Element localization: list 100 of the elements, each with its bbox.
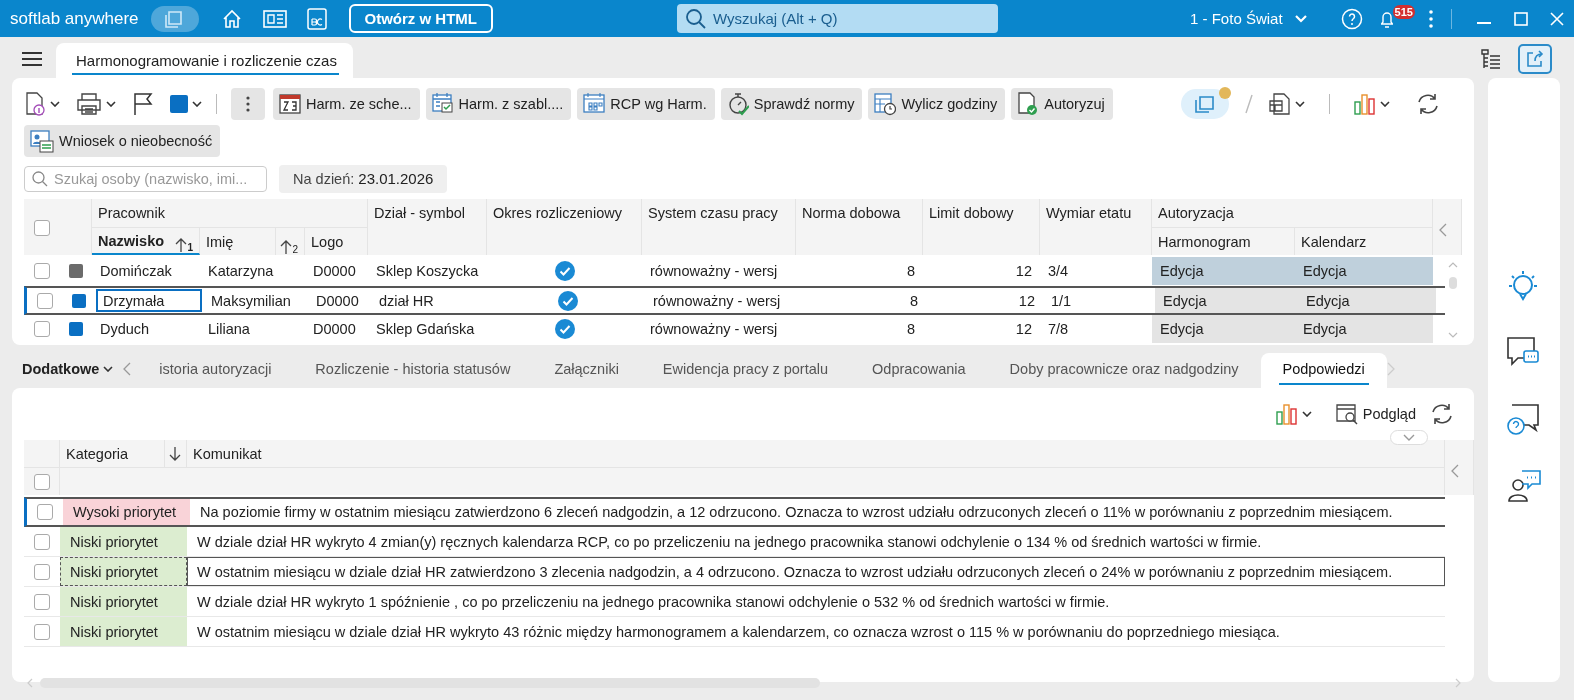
chat-icon[interactable] [1506,335,1542,369]
more-icon[interactable] [1428,9,1433,28]
layers-toggle[interactable] [150,5,199,32]
layers-toggle[interactable] [1181,89,1229,119]
column-header[interactable]: Harmonogram [1152,227,1295,255]
search-field[interactable]: Wyszukaj (Alt + Q) [677,4,999,33]
flag-icon[interactable] [132,92,154,116]
column-header[interactable]: System czasu pracy [642,199,796,255]
people-chat-icon[interactable] [1506,469,1542,503]
help-icon[interactable] [1340,7,1363,30]
search-icon [685,8,708,30]
preview-button[interactable]: Podgląd [1335,403,1416,425]
toolbar-button[interactable]: Harm. ze sche... [273,88,420,120]
table-row[interactable]: Drzymała Maksymilian D0000 dział HR równoważny - wersj 8 12 1/1 Edycja Edycja [24,286,1445,315]
chevron-down-icon [1294,14,1307,23]
refresh-icon[interactable] [1430,402,1454,426]
table-row[interactable]: Domińczak Katarzyna D0000 Sklep Koszycka równoważny - wersj 8 12 3/4 Edycja Edycja [24,257,1445,286]
app-brand: softlab anywhere [10,8,139,29]
close-icon[interactable] [1549,11,1564,26]
priority-tag: Wysoki priorytet [63,499,190,525]
list-view-icon[interactable] [1480,48,1502,70]
table-row[interactable]: Niski priorytet W dziale dział HR wykryto 4 zmian(y) ręcznych kalendarza RCP, co po przeliczeniu na jednego pracownika stanowi odchylenie o 134 % od średnich wartości w firmie. [24,527,1445,557]
document-info-button[interactable] [24,92,60,116]
person-search-field[interactable]: Szukaj osoby (nazwisko, imi... [24,166,267,192]
column-header[interactable]: Pracownik [92,199,368,227]
detail-tab[interactable]: Odpracowania [850,353,988,388]
chevron-left-icon[interactable] [1451,463,1459,478]
column-header[interactable]: Norma dobowa [796,199,923,255]
checkbox[interactable] [37,292,53,309]
checkbox[interactable] [34,563,50,580]
table-row[interactable]: Dyduch Liliana D0000 Sklep Gdańska równoważny - wersj 8 12 7/8 Edycja Edycja [24,315,1445,344]
document-info-icon [24,92,46,116]
table-cell-text: równoważny - wersj [652,291,782,311]
chart-button[interactable] [1354,93,1390,115]
bar-chart-icon [1354,93,1376,115]
caret-icon [103,366,114,372]
additional-menu[interactable]: Dodatkowe [22,361,114,388]
chevron-left-icon[interactable] [123,362,132,376]
detail-tab[interactable]: Załączniki [532,353,641,388]
print-button[interactable] [76,93,116,115]
table-row[interactable]: Wysoki priorytet Na poziomie firmy w ostatnim miesiącu zatwierdzono 6 zleceń nadgodzin, a 12 odrzucono. Oznacza to wzrost udziału odrzuconych zleceń o 11% w porównaniu z poprzednim miesiącem. [24,497,1445,527]
more-button[interactable] [231,88,265,120]
table-cell-text: D0000 [312,320,357,339]
notification-badge: 515 [1392,4,1415,19]
toolbar-button[interactable]: Harm. z szabl.... [425,88,572,120]
column-header[interactable]: Okres rozliczeniowy [487,199,642,255]
share-button[interactable] [1518,44,1552,74]
column-header[interactable]: Imię [206,233,234,250]
column-header[interactable]: Autoryzacja [1152,199,1433,227]
table-cell-text: W dziale dział HR wykryto 1 spóźnienie , co po przeliczeniu na jednego pracownika stanowi odchylenie o 532 % od średnich wartości w firmie. [196,592,1111,612]
stopwatch-check-icon [726,92,749,116]
layout-button[interactable] [1269,93,1305,115]
toolbar-button[interactable]: Wniosek o nieobecność [24,125,221,157]
maximize-icon[interactable] [1513,11,1528,26]
color-picker[interactable] [170,95,202,113]
checkbox[interactable] [37,504,53,520]
table-row[interactable]: Niski priorytet W dziale dział HR wykryto 1 spóźnienie , co po przeliczeniu na jednego pracownika stanowi odchylenie o 532 % od średnich wartości w firmie. [24,587,1445,617]
refresh-icon[interactable] [1416,92,1440,116]
column-header[interactable]: Logo [311,233,344,250]
sort-order: 1 [187,242,193,253]
column-header[interactable]: Wymiar etatu [1040,199,1152,255]
newspaper-icon[interactable] [262,8,287,29]
menu-icon[interactable] [22,51,42,67]
table-cell-text: Katarzyna [207,262,275,281]
table-row[interactable]: Niski priorytet W ostatnim miesiącu w dziale dział HR zatwierdzono 3 zlecenia nadgodzin, a 4 odrzucono. Oznacza to wzrost udziału odrzuconych zleceń o 24% w porównaniu z poprzednim miesiącem. [24,557,1445,587]
checkbox[interactable] [33,473,50,490]
chart-button[interactable] [1275,403,1312,425]
toolbar-button[interactable]: Wylicz godziny [868,88,1006,120]
checkbox[interactable] [34,623,50,640]
detail-tab[interactable]: Podpowiedzi [1260,353,1387,388]
detail-tab[interactable]: Doby pracownicze oraz nadgodziny [987,353,1261,388]
table-cell-text: równoważny - wersj [649,262,779,281]
help-chat-icon[interactable] [1506,402,1542,436]
table-cell-text: D0000 [312,262,357,281]
toolbar-button[interactable]: RCP wg Harm. [577,88,715,120]
detail-tab[interactable]: Rozliczenie - historia statusów [293,353,533,388]
company-selector[interactable]: 1 - Foto Świat [1190,10,1307,27]
checkbox[interactable] [34,321,50,337]
slash-divider-icon [1245,94,1253,114]
column-header[interactable]: Dział - symbol [368,199,487,255]
table-cell: Edycja [1155,288,1298,313]
checkbox[interactable] [34,263,50,279]
checkbox[interactable] [34,533,50,550]
column-header[interactable]: Nazwisko [98,232,165,249]
detail-tab[interactable]: istoria autoryzacji [137,353,294,388]
document-tab[interactable]: Harmonogramowanie i rozliczenie czas [56,43,353,78]
column-header[interactable]: Limit dobowy [923,199,1040,255]
chevron-left-icon[interactable] [1439,223,1447,237]
bc-icon[interactable] [306,7,327,30]
checkbox[interactable] [34,593,50,610]
color-swatch-icon [170,95,188,113]
open-html-button[interactable]: Otwórz w HTML [348,4,494,33]
toolbar-button[interactable]: Autoryzuj [1011,88,1113,120]
table-row[interactable]: Niski priorytet W ostatnim miesiącu w dziale dział HR wykryto 43 różnic między harmonogramem a kalendarzem, co oznacza wzrost o 115 % w porównaniu do poprzedniego miesiąca. [24,617,1445,647]
table-cell-text: 1/1 [1050,291,1073,311]
column-header[interactable]: Kalendarz [1295,227,1433,255]
checkbox[interactable] [34,220,50,236]
toolbar-button[interactable]: Sprawdź normy [720,88,863,120]
detail-tab[interactable]: Ewidencja pracy z portalu [640,353,851,388]
sort-ascending-icon [175,237,188,253]
